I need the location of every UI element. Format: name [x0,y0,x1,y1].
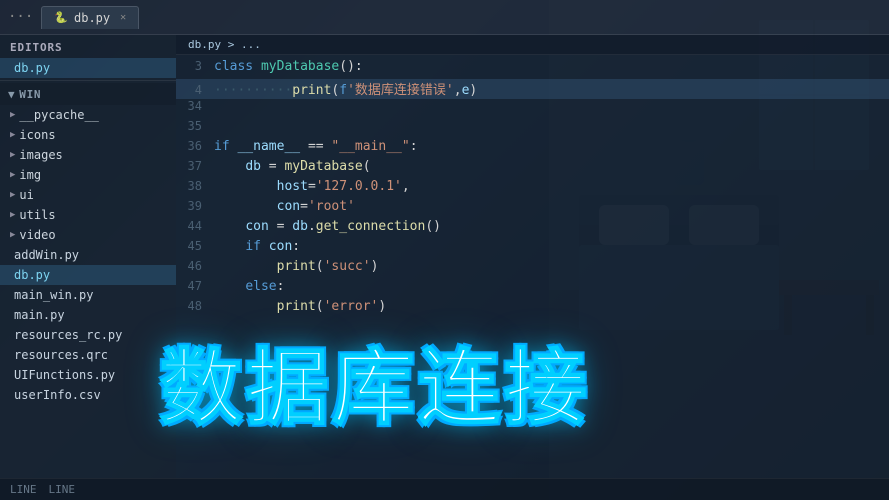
code-content: 3 class myDatabase(): 4 ··········print(… [176,55,889,323]
folder-arrow: ▶ [10,130,15,140]
line-number: 44 [176,219,214,233]
code-line-45: 45 if con: [176,239,889,259]
line-code: if __name__ == "__main__": [214,139,889,154]
sidebar-folder-utils[interactable]: ▶ utils [0,205,176,225]
line-code: ··········print(f'数据库连接错误',e) [214,79,889,98]
code-line-4: 4 ··········print(f'数据库连接错误',e) [176,79,889,99]
code-line-47: 47 else: [176,279,889,299]
line-code: db = myDatabase( [214,159,889,174]
folder-label: img [19,168,41,182]
line-code: if con: [214,239,889,254]
breadcrumb-text: db.py > ... [188,38,261,51]
folder-arrow: ▶ [10,210,15,220]
folder-label: ui [19,188,33,202]
line-number: 39 [176,199,214,213]
sidebar-win-arrow: ▼ [8,88,15,101]
code-line-38: 38 host='127.0.0.1', [176,179,889,199]
line-number: 4 [176,83,214,97]
code-line-35: 35 [176,119,889,139]
line-number: 48 [176,299,214,313]
line-code: print('succ') [214,259,889,274]
folder-arrow: ▶ [10,230,15,240]
overlay-title: 数据库连接 [160,321,591,440]
code-line-48: 48 print('error') [176,299,889,319]
code-line-44: 44 con = db.get_connection() [176,219,889,239]
tab-label: db.py [74,11,110,25]
sidebar-folder-icons[interactable]: ▶ icons [0,125,176,145]
line-number: 38 [176,179,214,193]
line-code: host='127.0.0.1', [214,179,889,194]
sidebar-folder-video[interactable]: ▶ video [0,225,176,245]
folder-label: images [19,148,62,162]
code-line-39: 39 con='root' [176,199,889,219]
folder-label: utils [19,208,55,222]
code-line-36: 36 if __name__ == "__main__": [176,139,889,159]
folder-arrow: ▶ [10,150,15,160]
code-line-3: 3 class myDatabase(): [176,59,889,79]
line-number: 37 [176,159,214,173]
folder-arrow: ▶ [10,170,15,180]
editors-label: EDITORS [0,35,176,58]
code-line-37: 37 db = myDatabase( [176,159,889,179]
line-number: 36 [176,139,214,153]
ellipsis-button[interactable]: ··· [8,9,33,25]
sidebar-file-main-win[interactable]: main_win.py [0,285,176,305]
sidebar-file-userinfo[interactable]: userInfo.csv [0,385,176,405]
sidebar-file-resources-qrc[interactable]: resources.qrc [0,345,176,365]
tab-db-py[interactable]: 🐍 db.py ✕ [41,6,139,29]
line-number: 46 [176,259,214,273]
line-code: print('error') [214,299,889,314]
status-line-1: LINE [10,483,37,496]
folder-label: video [19,228,55,242]
line-code: else: [214,279,889,294]
tab-bar: ··· 🐍 db.py ✕ [0,0,889,35]
sidebar: EDITORS db.py ▼ WIN ▶ __pycache__ ▶ icon… [0,35,176,500]
line-number: 34 [176,99,214,113]
line-code: con='root' [214,199,889,214]
sidebar-file-db[interactable]: db.py [0,265,176,285]
python-file-icon: 🐍 [54,11,68,24]
line-code: class myDatabase(): [214,59,889,74]
code-line-34: 34 [176,99,889,119]
folder-label: icons [19,128,55,142]
line-number: 35 [176,119,214,133]
sidebar-folder-ui[interactable]: ▶ ui [0,185,176,205]
line-number: 47 [176,279,214,293]
folder-arrow: ▶ [10,190,15,200]
line-number: 45 [176,239,214,253]
folder-label: __pycache__ [19,108,98,122]
sidebar-file-resources-rc[interactable]: resources_rc.py [0,325,176,345]
sidebar-file-main[interactable]: main.py [0,305,176,325]
sidebar-file-addwin[interactable]: addWin.py [0,245,176,265]
sidebar-item-db-py[interactable]: db.py [0,58,176,78]
folder-arrow: ▶ [10,110,15,120]
line-code: con = db.get_connection() [214,219,889,234]
sidebar-folder-img[interactable]: ▶ img [0,165,176,185]
sidebar-folder-pycache[interactable]: ▶ __pycache__ [0,105,176,125]
tab-close-button[interactable]: ✕ [120,12,126,23]
sidebar-win-header: ▼ WIN [0,83,176,105]
code-line-46: 46 print('succ') [176,259,889,279]
status-bar: LINE LINE [0,478,889,500]
sidebar-win-label: WIN [19,88,41,101]
status-line-2: LINE [49,483,76,496]
sidebar-file-uifunctions[interactable]: UIFunctions.py [0,365,176,385]
sidebar-folder-images[interactable]: ▶ images [0,145,176,165]
line-number: 3 [176,59,214,73]
breadcrumb: db.py > ... [176,35,889,55]
sidebar-divider-1 [0,80,176,81]
